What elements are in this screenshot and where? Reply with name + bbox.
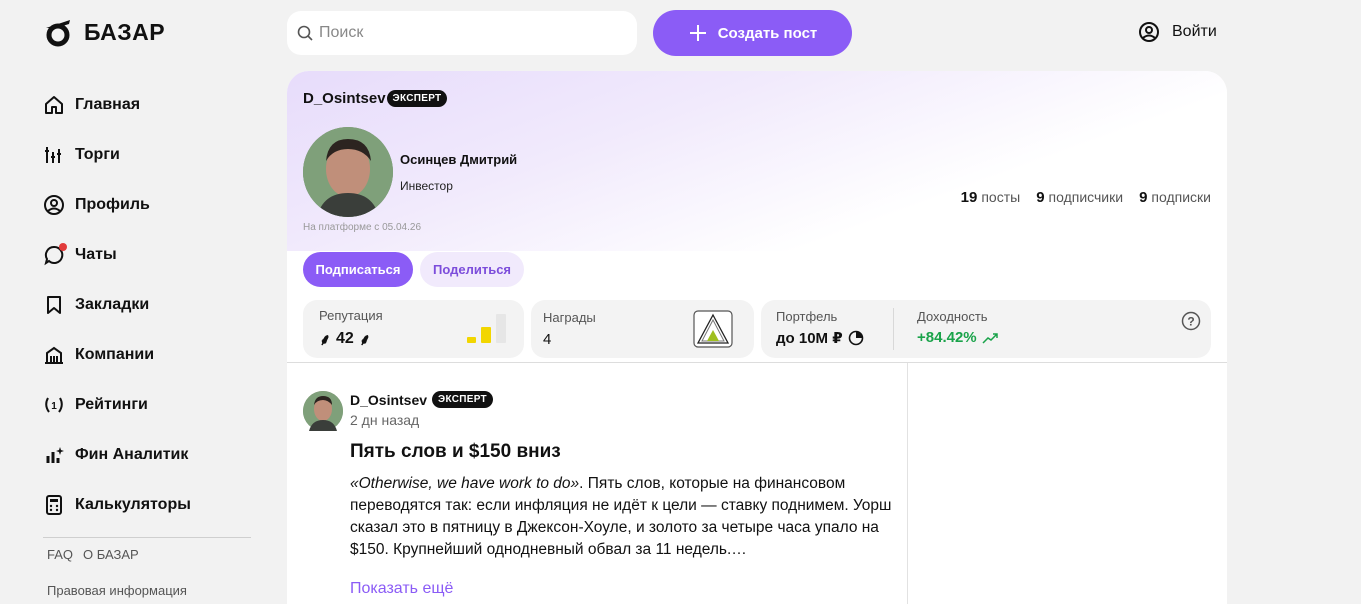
- share-button[interactable]: Поделиться: [420, 252, 524, 287]
- sidebar-item-label: Калькуляторы: [75, 496, 191, 513]
- logo-icon: [46, 20, 70, 47]
- sidebar-item-label: Главная: [75, 96, 141, 113]
- sidebar-item-label: Торги: [75, 146, 120, 163]
- search-icon: [297, 25, 313, 41]
- pie-chart-icon[interactable]: [848, 330, 864, 346]
- brand-name: БАЗАР: [84, 18, 166, 45]
- analytics-icon: [43, 444, 65, 466]
- sidebar-item-label: Фин Аналитик: [75, 446, 189, 463]
- user-icon: [1139, 22, 1159, 42]
- stat-following[interactable]: 9 подписки: [1139, 189, 1211, 206]
- footer-links: FAQ О БАЗАР: [47, 547, 139, 562]
- about-link[interactable]: О БАЗАР: [83, 547, 139, 562]
- right-column: [908, 363, 1227, 604]
- search-bar[interactable]: [287, 11, 637, 55]
- stat-posts[interactable]: 19 посты: [961, 189, 1021, 206]
- post-time: 2 дн назад: [350, 412, 420, 428]
- sidebar-item-label: Закладки: [75, 296, 150, 313]
- portfolio-value: до 10М ₽: [776, 330, 843, 347]
- profile-card: D_Osintsev ЭКСПЕРТ Осинцев Дмитрий Инвес…: [287, 71, 1227, 363]
- awards-card[interactable]: Награды 4: [531, 300, 754, 358]
- reputation-value-row: ⸙ 42 ⸙: [319, 328, 371, 350]
- logo[interactable]: БАЗАР: [42, 16, 165, 48]
- stat-followers[interactable]: 9 подписчики: [1036, 189, 1123, 206]
- portfolio-value-row: до 10М ₽: [776, 329, 864, 347]
- profile-since: На платформе с 05.04.26: [303, 222, 422, 233]
- sidebar-item-bookmarks[interactable]: Закладки: [43, 280, 255, 330]
- unread-dot: [59, 243, 67, 251]
- reputation-value: 42: [336, 330, 354, 347]
- profile-role: Инвестор: [400, 179, 453, 193]
- sidebar-item-label: Рейтинги: [75, 396, 148, 413]
- show-more-link[interactable]: Показать ещё: [350, 580, 453, 598]
- post-quote: «Otherwise, we have work to do»: [350, 475, 580, 492]
- avatar: [303, 127, 393, 217]
- sidebar-item-companies[interactable]: Компании: [43, 330, 255, 380]
- post-author-row: D_Osintsev ЭКСПЕРТ: [350, 391, 493, 408]
- sidebar-divider: [43, 537, 251, 538]
- sidebar-item-calculators[interactable]: Калькуляторы: [43, 480, 255, 530]
- create-post-button[interactable]: Создать пост: [653, 10, 852, 56]
- profile-full-name: Осинцев Дмитрий: [400, 152, 518, 167]
- bookmark-icon: [43, 294, 65, 316]
- trades-icon: [43, 144, 65, 166]
- faq-link[interactable]: FAQ: [47, 547, 73, 562]
- laurel-icon: 1: [43, 394, 65, 416]
- subscribe-button[interactable]: Подписаться: [303, 252, 413, 287]
- yield-title: Доходность: [917, 309, 988, 324]
- sidebar-nav: Главная Торги Профиль Чаты Закладки Комп…: [43, 80, 255, 538]
- sidebar-item-ratings[interactable]: 1 Рейтинги: [43, 380, 255, 430]
- post-feed: D_Osintsev ЭКСПЕРТ 2 дн назад Пять слов …: [287, 363, 908, 604]
- plus-icon: [689, 25, 706, 41]
- building-icon: [43, 344, 65, 366]
- login-label: Войти: [1172, 23, 1217, 40]
- expert-badge: ЭКСПЕРТ: [432, 391, 493, 408]
- post-avatar[interactable]: [303, 391, 343, 431]
- wheat-icon: ⸙: [319, 332, 332, 349]
- chat-icon: [43, 243, 67, 266]
- portfolio-yield-card: Портфель до 10М ₽ Доходность +84.42% ?: [761, 300, 1211, 358]
- login-button[interactable]: Войти: [1138, 21, 1217, 43]
- awards-title: Награды: [543, 310, 596, 325]
- calculator-icon: [43, 494, 65, 516]
- svg-text:?: ?: [1187, 315, 1194, 329]
- sidebar-item-trades[interactable]: Торги: [43, 130, 255, 180]
- yield-value: +84.42%: [917, 329, 977, 346]
- reputation-level-icon: [467, 314, 506, 343]
- expert-badge: ЭКСПЕРТ: [386, 90, 448, 107]
- home-icon: [43, 94, 65, 116]
- sidebar-item-label: Профиль: [75, 196, 150, 213]
- post-author[interactable]: D_Osintsev: [350, 392, 427, 408]
- reputation-card[interactable]: Репутация ⸙ 42 ⸙: [303, 300, 524, 358]
- search-input[interactable]: [319, 24, 619, 42]
- help-icon[interactable]: ?: [1181, 311, 1201, 331]
- sidebar-item-fin-analytic[interactable]: Фин Аналитик: [43, 430, 255, 480]
- sidebar-item-home[interactable]: Главная: [43, 80, 255, 130]
- reputation-title: Репутация: [319, 308, 383, 323]
- profile-username-row: D_Osintsev ЭКСПЕРТ: [303, 90, 448, 107]
- wheat-icon: ⸙: [358, 332, 371, 349]
- profile-stats: 19 посты 9 подписчики 9 подписки: [961, 189, 1211, 206]
- sidebar-item-label: Чаты: [75, 246, 117, 263]
- awards-value: 4: [543, 331, 552, 348]
- profile-username: D_Osintsev: [303, 90, 386, 107]
- sidebar-item-profile[interactable]: Профиль: [43, 180, 255, 230]
- create-post-label: Создать пост: [717, 24, 818, 42]
- sidebar-item-chats[interactable]: Чаты: [43, 230, 255, 280]
- legal-link[interactable]: Правовая информация: [47, 583, 187, 598]
- award-icon: [693, 310, 733, 348]
- post-title[interactable]: Пять слов и $150 вниз: [350, 441, 561, 463]
- divider: [893, 308, 894, 350]
- post-body: «Otherwise, we have work to do». Пять сл…: [350, 473, 895, 561]
- svg-text:1: 1: [51, 401, 57, 412]
- yield-value-row: +84.42%: [917, 329, 998, 346]
- portfolio-title: Портфель: [776, 309, 838, 324]
- sidebar-item-label: Компании: [75, 346, 155, 363]
- trend-up-icon: [982, 332, 998, 344]
- user-icon: [43, 194, 65, 216]
